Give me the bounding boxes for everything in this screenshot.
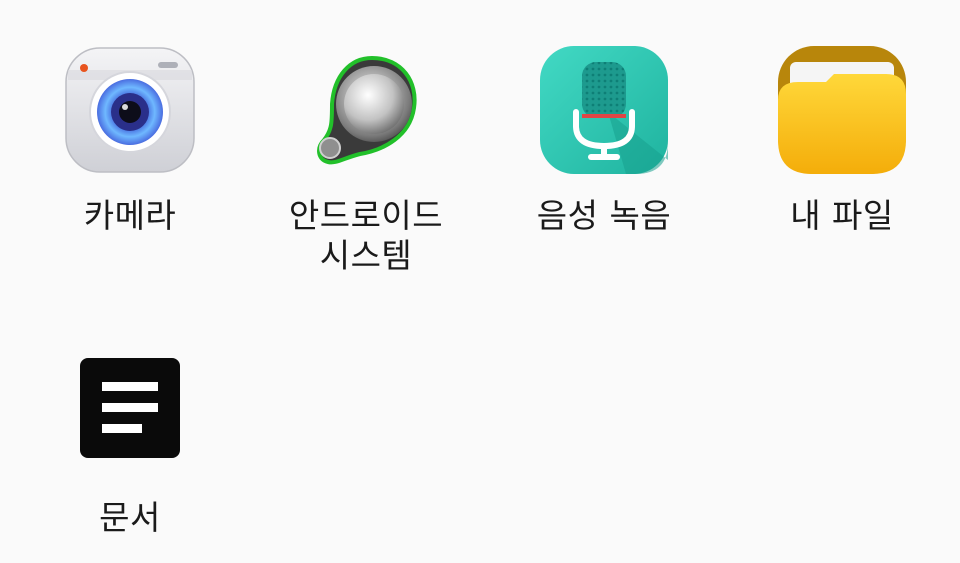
- documents-icon: [62, 344, 198, 480]
- app-android-system[interactable]: 안드로이드 시스템: [246, 42, 486, 276]
- app-label: 문서: [99, 498, 161, 537]
- app-voice-recorder[interactable]: 음성 녹음: [484, 42, 724, 236]
- app-documents[interactable]: 문서: [10, 344, 250, 538]
- my-files-icon: [774, 42, 910, 178]
- app-label: 내 파일: [790, 196, 894, 235]
- app-label: 안드로이드 시스템: [288, 196, 444, 275]
- app-my-files[interactable]: 내 파일: [722, 42, 960, 236]
- app-label: 카메라: [83, 196, 177, 235]
- app-grid: 카메라 안드로이드 시스템 음성 녹음 내 파일 문서: [0, 0, 960, 563]
- app-label: 음성 녹음: [536, 196, 672, 235]
- voice-recorder-icon: [536, 42, 672, 178]
- android-system-icon: [298, 42, 434, 178]
- app-camera[interactable]: 카메라: [10, 42, 250, 236]
- camera-icon: [62, 42, 198, 178]
